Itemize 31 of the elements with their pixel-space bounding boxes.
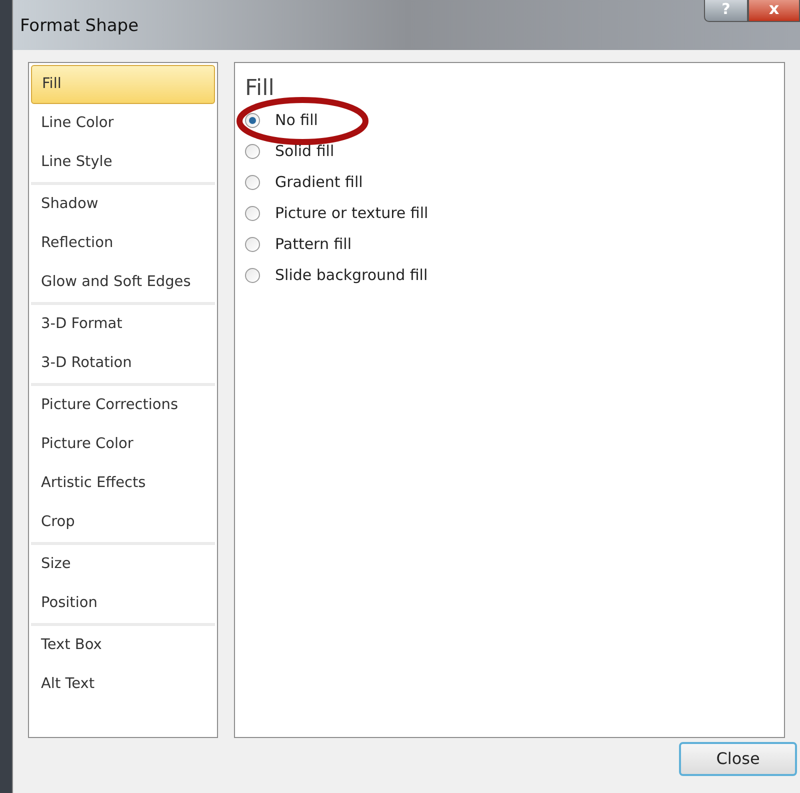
category-item[interactable]: Size xyxy=(31,545,215,584)
category-item[interactable]: Text Box xyxy=(31,626,215,665)
category-item[interactable]: Picture Color xyxy=(31,425,215,464)
option-label: Solid fill xyxy=(275,141,334,162)
radio-button[interactable] xyxy=(245,175,260,190)
category-item[interactable]: Line Style xyxy=(31,143,215,182)
category-item[interactable]: Crop xyxy=(31,503,215,542)
window-title: Format Shape xyxy=(20,15,139,38)
close-button[interactable]: Close xyxy=(679,742,797,776)
category-item[interactable]: Reflection xyxy=(31,224,215,263)
radio-button[interactable] xyxy=(245,113,260,128)
category-item[interactable]: 3-D Format xyxy=(31,305,215,344)
radio-button[interactable] xyxy=(245,144,260,159)
category-item[interactable]: Fill xyxy=(31,65,215,104)
option-label: No fill xyxy=(275,110,318,132)
option-label: Gradient fill xyxy=(275,172,363,194)
category-item[interactable]: Picture Corrections xyxy=(31,386,215,425)
option-label: Picture or texture fill xyxy=(275,203,428,224)
radio-button[interactable] xyxy=(245,206,260,221)
radio-button[interactable] xyxy=(245,237,260,252)
option-label: Slide background fill xyxy=(275,265,428,286)
category-item[interactable]: Glow and Soft Edges xyxy=(31,263,215,302)
category-item[interactable]: 3-D Rotation xyxy=(31,344,215,383)
category-item[interactable]: Artistic Effects xyxy=(31,464,215,503)
panel-heading: Fill xyxy=(245,75,276,103)
category-item[interactable]: Shadow xyxy=(31,185,215,224)
category-item[interactable]: Line Color xyxy=(31,104,215,143)
radio-button[interactable] xyxy=(245,268,260,283)
category-item[interactable]: Position xyxy=(31,584,215,623)
category-item[interactable]: Alt Text xyxy=(31,665,215,704)
option-label: Pattern fill xyxy=(275,234,352,256)
